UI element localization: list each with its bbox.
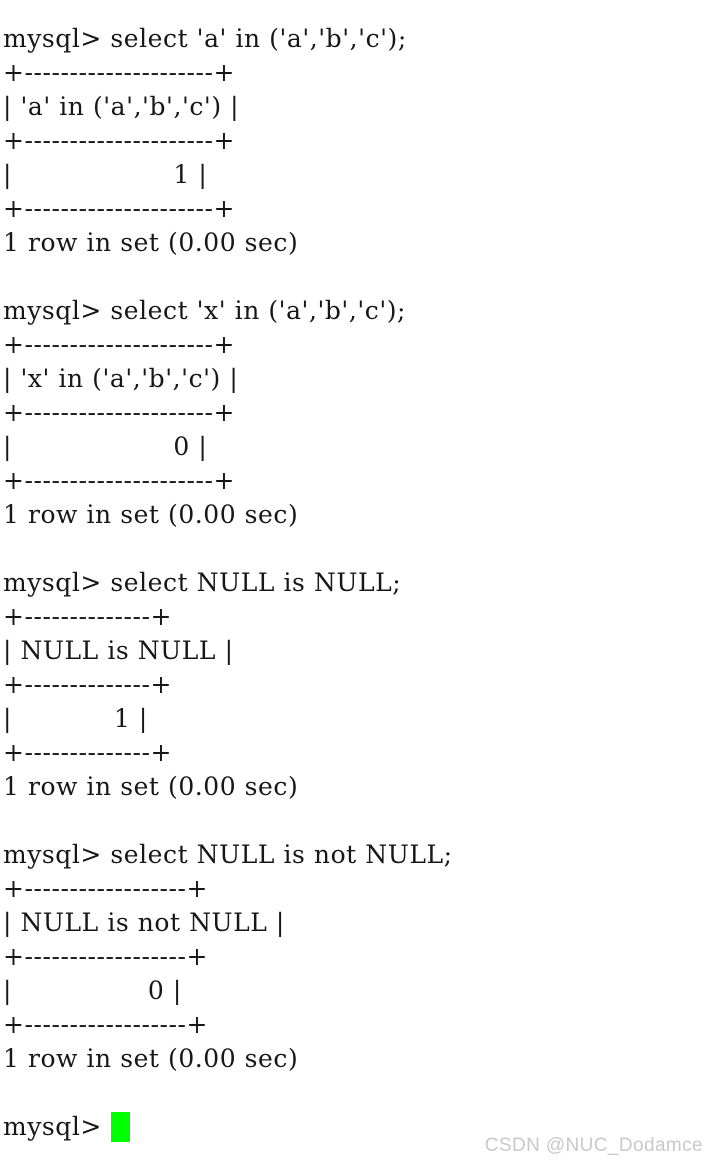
table-value-row: | 0 | <box>3 976 182 1005</box>
watermark: CSDN @NUC_Dodamce <box>484 1135 703 1156</box>
table-value-row: | 0 | <box>3 432 208 461</box>
table-top-border: +------------------+ <box>3 874 208 903</box>
table-header-row: | 'a' in ('a','b','c') | <box>3 92 240 121</box>
command-line: mysql> select 'x' in ('a','b','c'); <box>3 296 407 325</box>
table-bottom-border: +--------------+ <box>3 738 172 767</box>
terminal-window[interactable]: mysql> select 'a' in ('a','b','c'); +---… <box>0 0 713 1165</box>
command-line: mysql> select NULL is not NULL; <box>3 840 453 869</box>
table-top-border: +---------------------+ <box>3 330 235 359</box>
table-value-row: | 1 | <box>3 704 148 733</box>
table-bottom-border: +---------------------+ <box>3 466 235 495</box>
table-value-row: | 1 | <box>3 160 208 189</box>
table-header-row: | NULL is NULL | <box>3 636 234 665</box>
status-line: 1 row in set (0.00 sec) <box>3 772 299 801</box>
table-header-row: | 'x' in ('a','b','c') | <box>3 364 239 393</box>
text-cursor <box>111 1112 131 1142</box>
table-mid-border: +------------------+ <box>3 942 208 971</box>
table-bottom-border: +------------------+ <box>3 1010 208 1039</box>
command-line: mysql> select 'a' in ('a','b','c'); <box>3 24 407 53</box>
status-line: 1 row in set (0.00 sec) <box>3 1044 299 1073</box>
table-top-border: +--------------+ <box>3 602 172 631</box>
prompt-label: mysql> <box>3 1112 111 1141</box>
table-bottom-border: +---------------------+ <box>3 194 235 223</box>
command-line: mysql> select NULL is NULL; <box>3 568 402 597</box>
status-line: 1 row in set (0.00 sec) <box>3 500 299 529</box>
table-mid-border: +--------------+ <box>3 670 172 699</box>
table-header-row: | NULL is not NULL | <box>3 908 285 937</box>
table-mid-border: +---------------------+ <box>3 126 235 155</box>
status-line: 1 row in set (0.00 sec) <box>3 228 299 257</box>
table-top-border: +---------------------+ <box>3 58 235 87</box>
table-mid-border: +---------------------+ <box>3 398 235 427</box>
